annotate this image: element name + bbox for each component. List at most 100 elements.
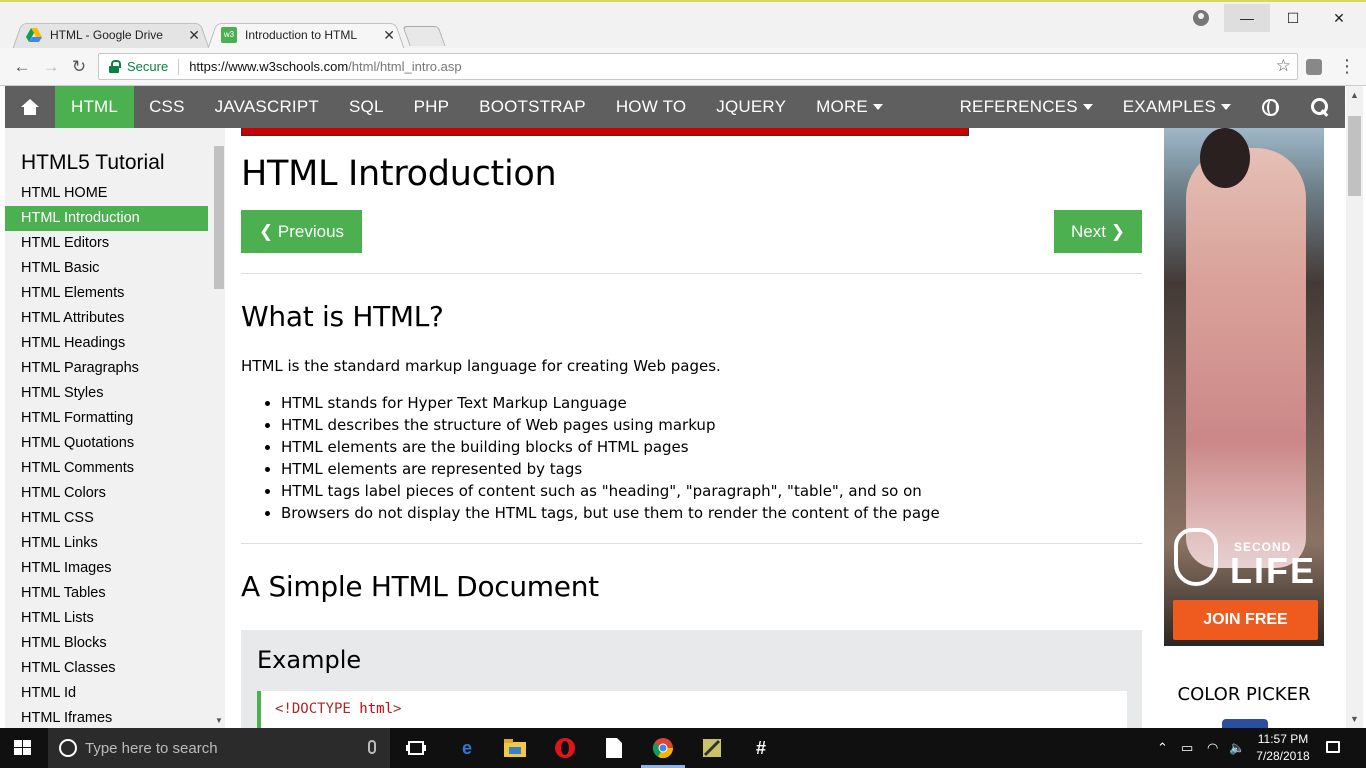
file-explorer-icon[interactable]: [503, 736, 527, 760]
list-item: HTML describes the structure of Web page…: [281, 414, 940, 436]
google-drive-icon: [26, 27, 42, 43]
sidebar-item-html-introduction[interactable]: HTML Introduction: [5, 206, 208, 231]
sidebar: HTML5 Tutorial HTML HOME HTML Introductio…: [5, 128, 225, 728]
page-title: HTML Introduction: [241, 154, 557, 194]
sidebar-item-html-basic[interactable]: HTML Basic: [5, 256, 208, 281]
volume-icon[interactable]: 🔈: [1229, 740, 1245, 756]
nav-sql[interactable]: SQL: [334, 86, 399, 128]
profile-icon[interactable]: [1193, 10, 1209, 26]
nav-css[interactable]: CSS: [134, 86, 200, 128]
address-bar[interactable]: Secure https://www.w3schools.com/html/ht…: [98, 53, 1298, 80]
sidebar-item-html-blocks[interactable]: HTML Blocks: [5, 631, 208, 656]
sidebar-item-html-headings[interactable]: HTML Headings: [5, 331, 208, 356]
opera-icon[interactable]: [553, 736, 577, 760]
sidebar-item-html-attributes[interactable]: HTML Attributes: [5, 306, 208, 331]
task-view-icon[interactable]: [404, 736, 428, 760]
minimize-button[interactable]: —: [1224, 4, 1270, 32]
color-picker-heading[interactable]: COLOR PICKER: [1164, 684, 1324, 705]
sidebar-list: HTML HOME HTML Introduction HTML Editors HT…: [5, 181, 225, 728]
sidebar-item-html-classes[interactable]: HTML Classes: [5, 656, 208, 681]
sidebar-item-html-colors[interactable]: HTML Colors: [5, 481, 208, 506]
translate-button[interactable]: [1246, 86, 1295, 128]
hand-icon: [1174, 528, 1218, 586]
sidebar-item-html-css[interactable]: HTML CSS: [5, 506, 208, 531]
bookmark-star-icon[interactable]: ☆: [1276, 56, 1291, 76]
nav-more[interactable]: MORE: [801, 86, 898, 128]
tab-google-drive[interactable]: HTML - Google Drive ✕: [12, 20, 210, 50]
scroll-up-arrow-icon[interactable]: ▲: [1346, 90, 1363, 100]
sidebar-item-html-styles[interactable]: HTML Styles: [5, 381, 208, 406]
color-wheel-image[interactable]: [1222, 719, 1268, 728]
sidebar-item-html-links[interactable]: HTML Links: [5, 531, 208, 556]
caret-down-icon: [1221, 104, 1231, 110]
sidebar-item-html-formatting[interactable]: HTML Formatting: [5, 406, 208, 431]
close-window-button[interactable]: ✕: [1316, 4, 1362, 32]
divider: [178, 58, 180, 75]
tab-introduction-to-html[interactable]: w3 Introduction to HTML ✕: [207, 20, 405, 50]
scrollbar-thumb[interactable]: [1348, 116, 1361, 196]
feature-list: HTML stands for Hyper Text Markup Langua…: [281, 392, 940, 524]
tools-icon[interactable]: [700, 736, 724, 760]
page-scrollbar[interactable]: ▲ ▼: [1346, 86, 1363, 728]
close-icon[interactable]: ✕: [383, 27, 395, 44]
sidebar-item-html-images[interactable]: HTML Images: [5, 556, 208, 581]
system-clock[interactable]: 11:57 PM 7/28/2018: [1252, 731, 1314, 765]
scroll-down-arrow-icon[interactable]: ▼: [1346, 714, 1363, 724]
nav-references[interactable]: REFERENCES: [945, 86, 1108, 128]
nav-bootstrap[interactable]: BOOTSTRAP: [464, 86, 601, 128]
sidebar-item-html-editors[interactable]: HTML Editors: [5, 231, 208, 256]
join-free-button[interactable]: JOIN FREE: [1173, 600, 1318, 640]
extension-icon[interactable]: [1306, 59, 1322, 75]
nav-javascript[interactable]: JAVASCRIPT: [200, 86, 334, 128]
nav-examples[interactable]: EXAMPLES: [1108, 86, 1246, 128]
sidebar-scrollbar[interactable]: ▼: [213, 146, 225, 728]
sidebar-item-html-home[interactable]: HTML HOME: [5, 181, 208, 206]
browser-toolbar: ← → ↻ Secure https://www.w3schools.com/h…: [0, 48, 1366, 86]
nav-how-to[interactable]: HOW TO: [601, 86, 701, 128]
scroll-down-arrow-icon[interactable]: ▼: [214, 716, 224, 725]
forward-arrow-icon[interactable]: →: [40, 56, 62, 78]
search-icon: [1311, 98, 1329, 116]
close-icon[interactable]: ✕: [188, 27, 200, 44]
home-button[interactable]: [5, 86, 55, 128]
nav-references-label: REFERENCES: [959, 97, 1078, 116]
ad-brand-bottom: LIFE: [1230, 550, 1316, 591]
taskbar-search[interactable]: Type here to search: [48, 728, 390, 768]
action-center-icon[interactable]: [1326, 741, 1340, 753]
list-item: HTML elements are the building blocks of…: [281, 436, 940, 458]
nav-php[interactable]: PHP: [399, 86, 465, 128]
next-button[interactable]: Next ❯: [1054, 210, 1142, 253]
chrome-icon[interactable]: [651, 736, 675, 760]
sidebar-item-html-id[interactable]: HTML Id: [5, 681, 208, 706]
reload-icon[interactable]: ↻: [68, 56, 90, 78]
new-tab-button[interactable]: [402, 26, 446, 46]
back-arrow-icon[interactable]: ←: [11, 56, 33, 78]
nav-html[interactable]: HTML: [55, 86, 135, 128]
divider: [241, 543, 1142, 544]
edge-icon[interactable]: e: [455, 736, 479, 760]
kebab-menu-icon[interactable]: ⋮: [1338, 56, 1356, 77]
previous-button[interactable]: ❮ Previous: [241, 210, 362, 253]
slack-icon[interactable]: #: [749, 736, 773, 760]
sidebar-item-html-tables[interactable]: HTML Tables: [5, 581, 208, 606]
section-title: A Simple HTML Document: [241, 570, 599, 603]
wifi-icon[interactable]: ◠: [1207, 740, 1218, 756]
scrollbar-thumb[interactable]: [214, 146, 224, 289]
maximize-button[interactable]: ☐: [1270, 4, 1316, 32]
windows-start-icon[interactable]: [14, 740, 32, 756]
sidebar-item-html-elements[interactable]: HTML Elements: [5, 281, 208, 306]
document-icon[interactable]: [602, 736, 626, 760]
nav-jquery[interactable]: JQUERY: [701, 86, 801, 128]
sidebar-item-html-iframes[interactable]: HTML Iframes: [5, 706, 208, 728]
chevron-up-icon[interactable]: ⌃: [1157, 740, 1168, 756]
url-path: /html/html_intro.asp: [348, 59, 462, 74]
sidebar-item-html-lists[interactable]: HTML Lists: [5, 606, 208, 631]
taskbar-search-placeholder: Type here to search: [85, 739, 218, 757]
microphone-icon[interactable]: [368, 740, 376, 754]
battery-icon[interactable]: ▭: [1181, 740, 1193, 756]
advertisement[interactable]: SECOND LIFE JOIN FREE: [1164, 128, 1324, 646]
sidebar-item-html-paragraphs[interactable]: HTML Paragraphs: [5, 356, 208, 381]
sidebar-item-html-comments[interactable]: HTML Comments: [5, 456, 208, 481]
sidebar-item-html-quotations[interactable]: HTML Quotations: [5, 431, 208, 456]
search-button[interactable]: [1295, 86, 1345, 128]
